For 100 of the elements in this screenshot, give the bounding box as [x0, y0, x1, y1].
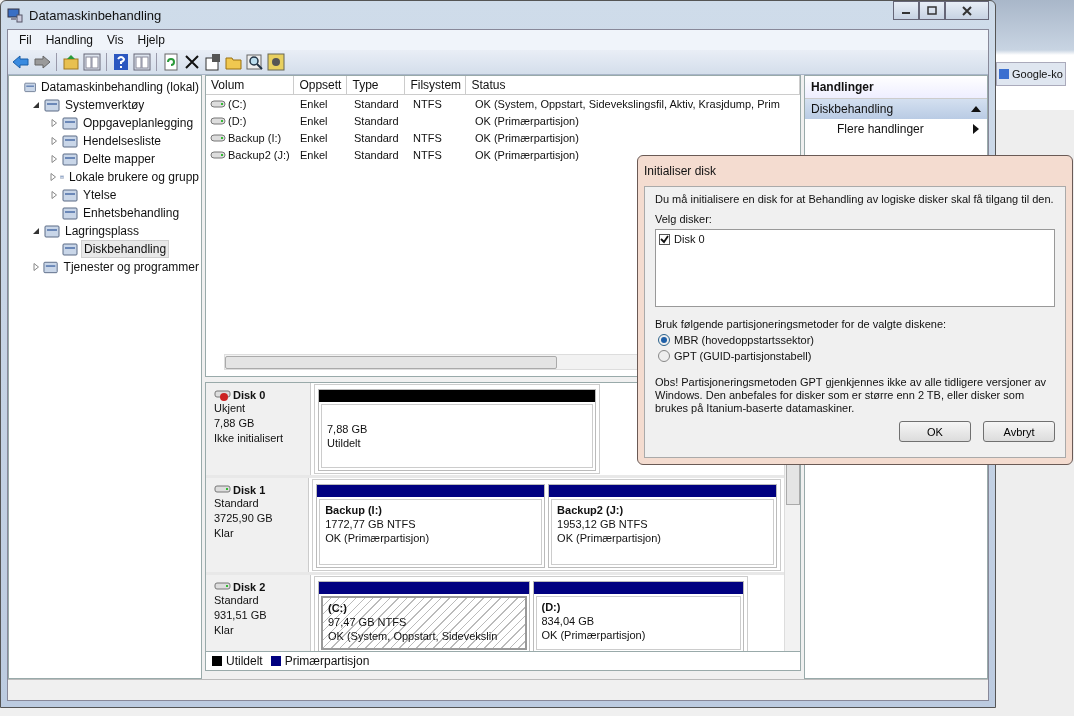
delete-icon[interactable] — [183, 53, 201, 71]
partition-block[interactable]: Backup2 (J:) 1953,12 GB NTFS OK (Primærpartisjon) — [548, 484, 777, 568]
disk-detail: Standard — [214, 496, 260, 511]
column-header[interactable]: Type — [347, 76, 406, 94]
actions-section[interactable]: Diskbehandling — [805, 99, 987, 119]
table-cell: NTFS — [413, 131, 442, 144]
partition-block[interactable]: Backup (I:) 1772,77 GB NTFS OK (Primærpartisjon) — [316, 484, 546, 568]
table-cell: Enkel — [300, 97, 328, 110]
disk-detail: 931,51 GB — [214, 608, 268, 623]
pane-icon[interactable] — [83, 53, 101, 71]
disk-detail: Standard — [214, 593, 260, 608]
drive-icon — [210, 98, 226, 109]
partition-title: Backup2 (J:) — [557, 503, 625, 517]
search-icon[interactable] — [246, 53, 264, 71]
submenu-arrow-icon — [973, 124, 979, 134]
checkbox-label[interactable]: Disk 0 — [674, 233, 705, 245]
menu-item[interactable]: Handling — [38, 33, 101, 47]
expand-arrow-icon[interactable] — [49, 173, 57, 181]
partition-block[interactable]: (D:) 834,04 GB OK (Primærpartisjon) — [532, 581, 744, 651]
collapse-arrow-icon[interactable] — [32, 101, 40, 109]
minimize-button[interactable] — [893, 1, 919, 20]
table-cell: NTFS — [413, 148, 442, 161]
window-title: Datamaskinbehandling — [29, 7, 162, 23]
folder-up-icon[interactable] — [62, 53, 80, 71]
table-cell: Enkel — [300, 131, 328, 144]
column-header[interactable]: Status — [466, 76, 800, 94]
disk-name: Disk 2 — [233, 581, 266, 593]
computer-icon — [7, 7, 23, 23]
radio-label[interactable]: GPT (GUID-partisjonstabell) — [674, 350, 812, 362]
expand-arrow-icon[interactable] — [50, 137, 58, 145]
table-cell: Enkel — [300, 148, 328, 161]
column-header[interactable]: Filsystem — [405, 76, 467, 94]
legend-label: Primærpartisjon — [284, 654, 370, 668]
expand-arrow-icon[interactable] — [50, 155, 58, 163]
menu-item[interactable]: Vis — [100, 33, 131, 47]
radio-label[interactable]: MBR (hovedoppstartssektor) — [674, 334, 814, 346]
checkbox[interactable] — [659, 233, 670, 245]
partition-title: (C:) — [328, 601, 348, 615]
partition-detail: 1953,12 GB NTFS — [557, 517, 649, 531]
table-cell: OK (Primærpartisjon) — [475, 114, 579, 127]
disk-name: Disk 1 — [233, 484, 266, 496]
table-cell: OK (Primærpartisjon) — [475, 131, 579, 144]
table-cell: Standard — [354, 97, 399, 110]
tree-item[interactable]: Systemverktøy — [63, 97, 147, 113]
collapse-arrow-icon — [971, 106, 981, 112]
radio-button[interactable] — [658, 334, 670, 346]
column-header[interactable]: Volum — [206, 76, 295, 94]
tree-item[interactable]: Delte mapper — [81, 151, 158, 167]
forward-arrow-icon[interactable] — [33, 53, 51, 71]
column-header[interactable]: Oppsett — [294, 76, 348, 94]
disk-detail: Klar — [214, 526, 235, 541]
close-icon — [961, 5, 973, 16]
cancel-button[interactable]: Avbryt — [983, 421, 1055, 442]
tree-item[interactable]: Ytelse — [81, 187, 119, 203]
expand-arrow-icon[interactable] — [31, 263, 40, 271]
dialog-note: Obs! Partisjoneringsmetoden GPT gjenkjennes ikke av alle tidligere versjoner av Windows. Den anbefales for disker som er større enn 2 TB, eller disker som brukes på Itanium-baserte datamaskiner. — [655, 376, 1048, 415]
disk-detail: Ikke initialisert — [214, 431, 285, 446]
properties-icon[interactable] — [204, 53, 222, 71]
refresh-icon[interactable] — [162, 53, 180, 71]
tree-item[interactable]: Hendelsesliste — [81, 133, 164, 149]
list-label: Velg disker: — [655, 213, 713, 225]
partition-detail: 1772,77 GB NTFS — [325, 517, 417, 531]
partition-block[interactable]: (C:) 97,47 GB NTFS OK (System, Oppstart, Sidevekslin — [318, 581, 530, 651]
maximize-button[interactable] — [919, 1, 945, 20]
collapse-arrow-icon[interactable] — [32, 227, 40, 235]
expand-arrow-icon[interactable] — [50, 119, 58, 127]
ok-button[interactable]: OK — [899, 421, 971, 442]
action-item[interactable]: Flere handlinger — [805, 119, 987, 139]
close-button[interactable] — [945, 1, 989, 20]
partition-detail: OK (System, Oppstart, Sidevekslin — [328, 629, 499, 643]
tree-item[interactable]: Tjenester og programmer — [61, 259, 201, 275]
method-label: Bruk følgende partisjoneringsmetoder for de valgte diskene: — [655, 318, 948, 330]
partition-block[interactable]: 7,88 GB Utildelt — [318, 389, 596, 471]
tree-item[interactable]: Enhetsbehandling — [81, 205, 182, 221]
table-cell: OK (System, Oppstart, Sidevekslingsfil, Aktiv, Krasjdump, Prim — [475, 97, 780, 110]
table-cell: Standard — [354, 148, 399, 161]
table-cell: Standard — [354, 114, 399, 127]
tree-item[interactable]: Datamaskinbehandling (lokal) — [38, 79, 201, 95]
table-cell: NTFS — [413, 97, 442, 110]
partition-title: Backup (I:) — [325, 503, 383, 517]
tree-item[interactable]: Diskbehandling — [81, 240, 170, 258]
disk-name: Disk 0 — [233, 389, 266, 401]
partition-title: (D:) — [541, 600, 562, 614]
legend-label: Utildelt — [226, 654, 263, 668]
disk-detail: 7,88 GB — [214, 416, 256, 431]
expand-arrow-icon[interactable] — [50, 191, 58, 199]
help-icon[interactable] — [112, 53, 130, 71]
browser-tab[interactable]: Google-ko — [996, 62, 1066, 86]
menu-item[interactable]: Fil — [12, 33, 39, 47]
radio-button[interactable] — [658, 350, 670, 362]
table-cell: Enkel — [300, 114, 328, 127]
disk-detail: 3725,90 GB — [214, 511, 274, 526]
disk-detail: Ukjent — [214, 401, 247, 416]
tree-item[interactable]: Lagringsplass — [63, 223, 142, 239]
table-cell: (C:) — [228, 97, 247, 110]
table-cell: Backup2 (J:) — [228, 148, 290, 161]
tree-item[interactable]: Oppgaveplanlegging — [81, 115, 196, 131]
menu-item[interactable]: Hjelp — [130, 33, 172, 47]
tree-item[interactable]: Lokale brukere og grupp — [66, 169, 201, 185]
back-arrow-icon[interactable] — [12, 53, 30, 71]
